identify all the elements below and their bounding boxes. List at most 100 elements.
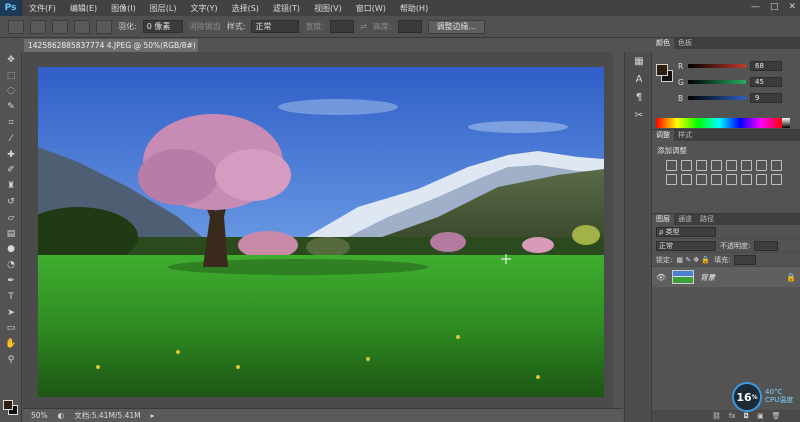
move-tool-icon[interactable]: ✥: [0, 52, 22, 68]
brightness-icon[interactable]: [666, 160, 677, 171]
clone-stamp-tool-icon[interactable]: ♜: [0, 178, 22, 194]
menu-edit[interactable]: 编辑(E): [63, 3, 104, 14]
curves-icon[interactable]: [696, 160, 707, 171]
grayscale-ramp[interactable]: [782, 118, 790, 128]
swap-icon[interactable]: ⇄: [360, 22, 367, 31]
menu-type[interactable]: 文字(Y): [183, 3, 224, 14]
history-icon[interactable]: ▦: [625, 52, 653, 70]
tool-preset-picker[interactable]: [8, 19, 24, 34]
blue-value-input[interactable]: 9: [750, 93, 782, 103]
paragraph-icon[interactable]: ¶: [625, 88, 653, 106]
tab-channels[interactable]: 通道: [674, 214, 696, 225]
marquee-tool-icon[interactable]: ⬚: [0, 68, 22, 84]
green-slider[interactable]: [688, 80, 746, 84]
eraser-tool-icon[interactable]: ▱: [0, 210, 22, 226]
gradient-map-icon[interactable]: [756, 174, 767, 185]
exposure-icon[interactable]: [711, 160, 722, 171]
tab-paths[interactable]: 路径: [696, 214, 718, 225]
color-spectrum[interactable]: [656, 118, 782, 128]
menu-image[interactable]: 图像(I): [104, 3, 143, 14]
eyedropper-tool-icon[interactable]: ⁄: [0, 131, 22, 147]
panel-foreground-swatch[interactable]: [656, 64, 668, 76]
tab-layers[interactable]: 图层: [652, 214, 674, 225]
close-button[interactable]: ✕: [788, 2, 796, 12]
blue-slider[interactable]: [688, 96, 746, 100]
green-value-input[interactable]: 45: [750, 77, 782, 87]
lock-icons[interactable]: ▦ ✎ ✥ 🔒: [676, 256, 710, 264]
menu-layer[interactable]: 图层(L): [143, 3, 184, 14]
minimize-button[interactable]: —: [751, 2, 760, 12]
fx-icon[interactable]: fx: [729, 412, 736, 420]
menu-filter[interactable]: 滤镜(T): [266, 3, 307, 14]
layer-row[interactable]: 👁 背景 🔒: [652, 267, 800, 287]
selective-color-icon[interactable]: [771, 174, 782, 185]
tab-color[interactable]: 颜色: [652, 38, 674, 49]
intersect-selection-icon[interactable]: [96, 19, 112, 34]
add-selection-icon[interactable]: [52, 19, 68, 34]
pen-tool-icon[interactable]: ✒: [0, 273, 22, 289]
color-lookup-icon[interactable]: [696, 174, 707, 185]
hand-tool-icon[interactable]: ✋: [0, 336, 22, 352]
visibility-eye-icon[interactable]: 👁: [656, 273, 666, 282]
brush-tool-icon[interactable]: ✐: [0, 163, 22, 179]
levels-icon[interactable]: [681, 160, 692, 171]
opacity-input[interactable]: [754, 240, 779, 251]
document-tab[interactable]: 1425862885837774 4.JPEG @ 50%(RGB/8#) ×: [24, 39, 198, 52]
menu-file[interactable]: 文件(F): [22, 3, 63, 14]
color-balance-icon[interactable]: [756, 160, 767, 171]
foreground-color-swatch[interactable]: [3, 400, 13, 410]
mask-icon[interactable]: ◘: [744, 412, 750, 420]
link-layers-icon[interactable]: ⛓: [712, 412, 721, 420]
invert-icon[interactable]: [711, 174, 722, 185]
subtract-selection-icon[interactable]: [74, 19, 90, 34]
channel-mixer-icon[interactable]: [681, 174, 692, 185]
crop-tool-icon[interactable]: ⌗: [0, 115, 22, 131]
shape-tool-icon[interactable]: ▭: [0, 321, 22, 337]
canvas-photo[interactable]: [38, 67, 604, 397]
lasso-tool-icon[interactable]: ◌: [0, 84, 22, 100]
refine-edge-button[interactable]: 调整边缘...: [427, 19, 486, 34]
status-arrow-icon[interactable]: ▸: [151, 411, 155, 420]
hue-saturation-icon[interactable]: [741, 160, 752, 171]
blend-mode-select[interactable]: 正常: [656, 240, 716, 251]
new-selection-icon[interactable]: [30, 19, 46, 34]
threshold-icon[interactable]: [741, 174, 752, 185]
trash-icon[interactable]: 🗑: [772, 412, 781, 420]
menu-select[interactable]: 选择(S): [225, 3, 266, 14]
antialias-checkbox[interactable]: 消除锯齿: [189, 21, 221, 32]
layer-name[interactable]: 背景: [700, 272, 715, 283]
new-layer-icon[interactable]: ▣: [757, 412, 764, 420]
height-input[interactable]: [397, 20, 422, 33]
photo-filter-icon[interactable]: [666, 174, 677, 185]
layer-filter-select[interactable]: ρ 类型: [656, 226, 716, 237]
path-select-tool-icon[interactable]: ➤: [0, 305, 22, 321]
vibrance-icon[interactable]: [726, 160, 737, 171]
tools-options-icon[interactable]: ✂: [625, 106, 653, 124]
width-input[interactable]: [330, 20, 355, 33]
menu-view[interactable]: 视图(V): [307, 3, 349, 14]
character-icon[interactable]: A: [625, 70, 653, 88]
menu-window[interactable]: 窗口(W): [349, 3, 393, 14]
tab-swatches[interactable]: 色板: [674, 38, 696, 49]
posterize-icon[interactable]: [726, 174, 737, 185]
history-brush-tool-icon[interactable]: ↺: [0, 194, 22, 210]
dodge-tool-icon[interactable]: ◔: [0, 257, 22, 273]
fill-input[interactable]: [734, 254, 757, 265]
canvas-area[interactable]: [23, 52, 613, 408]
zoom-tool-icon[interactable]: ⚲: [0, 352, 22, 368]
document-info[interactable]: 文档:5.41M/5.41M: [74, 410, 140, 421]
red-slider[interactable]: [688, 64, 746, 68]
maximize-button[interactable]: □: [770, 2, 779, 12]
gradient-tool-icon[interactable]: ▤: [0, 226, 22, 242]
quick-select-tool-icon[interactable]: ✎: [0, 99, 22, 115]
type-tool-icon[interactable]: T: [0, 289, 22, 305]
red-value-input[interactable]: 68: [750, 61, 782, 71]
zoom-level[interactable]: 50%: [31, 411, 48, 420]
tab-styles[interactable]: 样式: [674, 130, 696, 141]
feather-input[interactable]: 0 像素: [142, 20, 183, 33]
black-white-icon[interactable]: [771, 160, 782, 171]
tab-adjustments[interactable]: 调整: [652, 130, 674, 141]
style-select[interactable]: 正常: [251, 20, 300, 33]
menu-help[interactable]: 帮助(H): [393, 3, 435, 14]
blur-tool-icon[interactable]: ●: [0, 242, 22, 258]
